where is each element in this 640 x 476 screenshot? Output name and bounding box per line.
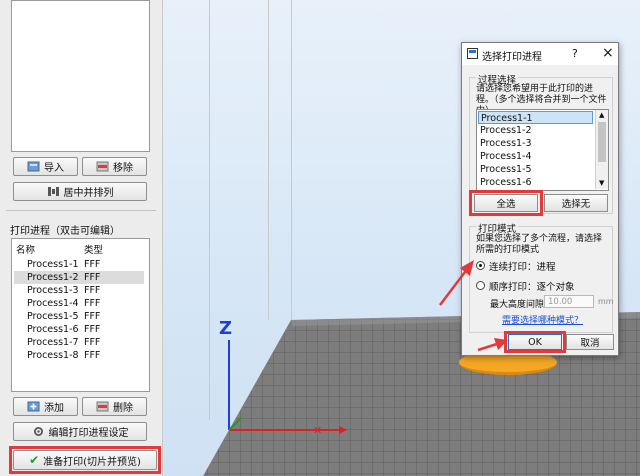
select-none-button[interactable]: 选择无	[544, 194, 608, 212]
process-row-selected[interactable]: Process1-2 FFF	[14, 271, 144, 284]
max-height-label: 最大高度间隙	[490, 300, 545, 310]
sequential-print-label[interactable]: 顺序打印：逐个对象	[489, 279, 575, 293]
left-panel: 导入 移除 居中并排列 打印进程（双击可编辑） 名称 类型 Process1-1…	[0, 0, 163, 476]
dialog-process-item[interactable]: Process1-4	[478, 150, 593, 163]
max-height-input[interactable]: 10.00	[544, 295, 594, 308]
delete-icon	[96, 401, 109, 412]
remove-button[interactable]: 移除	[82, 157, 147, 176]
axis-z-label: Z	[219, 318, 233, 339]
remove-icon	[96, 161, 109, 172]
help-link[interactable]: 需要选择哪种模式？	[502, 313, 583, 326]
prepare-print-button[interactable]: ✔ 准备打印(切片并预览)	[13, 450, 157, 470]
help-button[interactable]: ?	[572, 47, 578, 60]
continuous-print-radio[interactable]	[476, 261, 485, 270]
arrange-icon	[47, 187, 59, 196]
process-row[interactable]: Process1-8 FFF	[14, 349, 144, 362]
process-list[interactable]: 名称 类型 Process1-1 FFF Process1-2 FFF Proces…	[11, 238, 150, 392]
process-row[interactable]: Process1-7 FFF	[14, 336, 144, 349]
print-mode-title: 打印模式	[476, 221, 519, 235]
edit-process-settings-button[interactable]: 编辑打印进程设定	[13, 422, 147, 441]
object-list[interactable]	[11, 0, 150, 152]
import-icon	[27, 161, 40, 172]
continuous-print-label[interactable]: 连续打印：进程	[489, 259, 556, 273]
process-row[interactable]: Process1-1 FFF	[14, 258, 144, 271]
delete-process-button[interactable]: 删除	[82, 397, 147, 416]
cancel-button[interactable]: 取消	[566, 334, 614, 350]
app-icon	[467, 48, 478, 59]
print-mode-hint: 如果您选择了多个流程，请选择所需的打印模式	[476, 234, 603, 255]
process-row[interactable]: Process1-6 FFF	[14, 323, 144, 336]
dialog-process-item[interactable]: Process1-6	[478, 176, 593, 189]
process-row[interactable]: Process1-5 FFF	[14, 310, 144, 323]
scroll-down-icon[interactable]: ▼	[599, 179, 604, 187]
dialog-process-list[interactable]: Process1-1 Process1-2 Process1-3 Process…	[476, 109, 609, 191]
divider	[6, 210, 156, 211]
gear-icon	[33, 427, 43, 436]
dialog-title: 选择打印进程	[482, 52, 542, 63]
process-row[interactable]: Process1-3 FFF	[14, 284, 144, 297]
dialog-process-item[interactable]: Process1-1	[478, 111, 593, 124]
select-all-button[interactable]: 全选	[474, 194, 538, 212]
dialog-process-item[interactable]: Process1-5	[478, 163, 593, 176]
center-arrange-button[interactable]: 居中并排列	[13, 182, 147, 201]
list-scrollbar[interactable]: ▲ ▼	[595, 110, 608, 189]
sequential-print-radio[interactable]	[476, 281, 485, 290]
import-button[interactable]: 导入	[13, 157, 78, 176]
column-header-name: 名称	[16, 245, 36, 256]
select-process-dialog: 选择打印进程 ? × 过程选择 请选择您希望用于此打印的进程。（多个选择将合并到…	[461, 42, 619, 356]
scroll-up-icon[interactable]: ▲	[599, 111, 604, 119]
processes-section-title: 打印进程（双击可编辑）	[10, 226, 120, 237]
ok-button[interactable]: OK	[508, 334, 562, 350]
scroll-thumb[interactable]	[598, 122, 606, 162]
checkmark-icon: ✔	[29, 453, 40, 467]
dialog-process-item[interactable]: Process1-3	[478, 137, 593, 150]
process-row[interactable]: Process1-4 FFF	[14, 297, 144, 310]
close-button[interactable]: ×	[602, 45, 614, 61]
add-icon	[27, 401, 40, 412]
dialog-process-item[interactable]: Process1-2	[478, 124, 593, 137]
column-header-type: 类型	[84, 245, 104, 256]
axis-x-label: ✕	[313, 424, 323, 437]
height-unit: mm	[598, 297, 614, 306]
add-process-button[interactable]: 添加	[13, 397, 78, 416]
dialog-titlebar: 选择打印进程 ? ×	[462, 43, 618, 65]
